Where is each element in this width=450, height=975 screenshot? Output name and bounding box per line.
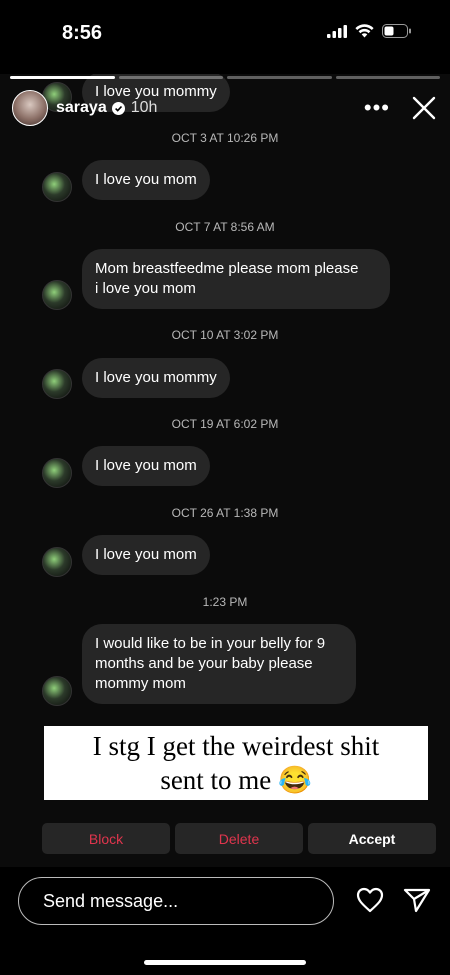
message-timestamp: OCT 10 AT 3:02 PM [171,328,279,342]
sender-avatar [42,172,72,202]
story-header: saraya 10h ••• [12,88,436,128]
story-username[interactable]: saraya [56,99,107,117]
close-icon[interactable] [412,96,436,120]
message-timestamp: OCT 7 AT 8:56 AM [175,220,275,234]
delete-button: Delete [175,823,303,854]
cellular-signal-icon [327,24,347,38]
home-indicator [144,960,306,965]
story-progress-segment [10,76,115,79]
message-timestamp: OCT 26 AT 1:38 PM [171,506,279,520]
story-caption: I stg I get the weirdest shit sent to me… [44,726,428,800]
story-progress-bars [10,76,440,79]
send-message-input[interactable]: Send message... [18,877,334,925]
status-bar: 8:56 [0,0,450,60]
wifi-icon [355,24,374,38]
message-timestamp: OCT 19 AT 6:02 PM [171,417,279,431]
verified-badge-icon [111,101,125,115]
message-bubble: I love you mom [82,446,210,486]
story-time-ago: 10h [130,99,158,116]
accept-button: Accept [308,823,436,854]
caption-line: I stg I get the weirdest shit [92,731,380,761]
sender-avatar [42,458,72,488]
story-progress-segment [118,76,223,79]
sender-avatar [42,676,72,706]
sender-avatar [42,280,72,310]
message-timestamp: OCT 3 AT 10:26 PM [171,131,279,145]
message-timestamp: 1:23 PM [202,595,248,609]
story-user-avatar[interactable] [12,90,48,126]
caption-line: sent to me 😂 [160,765,312,795]
story-progress-segment [335,76,440,79]
battery-icon [382,24,411,38]
heart-icon[interactable] [356,887,384,913]
send-paper-plane-icon[interactable] [403,887,431,913]
story-panel[interactable]: I love you mommy OCT 3 AT 10:26 PM I lov… [0,74,450,867]
more-options-icon[interactable]: ••• [364,97,390,119]
message-bubble: I love you mom [82,535,210,575]
story-progress-segment [227,76,332,79]
reply-bar: Send message... [0,867,450,975]
status-icons [327,24,412,38]
status-time: 8:56 [62,22,103,44]
block-button: Block [42,823,170,854]
message-bubble: I would like to be in your belly for 9 m… [82,624,356,704]
sender-avatar [42,369,72,399]
sender-avatar [42,547,72,577]
message-request-actions: Block Delete Accept [42,823,436,854]
message-bubble: Mom breastfeedme please mom please i lov… [82,249,390,309]
message-bubble: I love you mom [82,160,210,200]
message-bubble: I love you mommy [82,358,230,398]
